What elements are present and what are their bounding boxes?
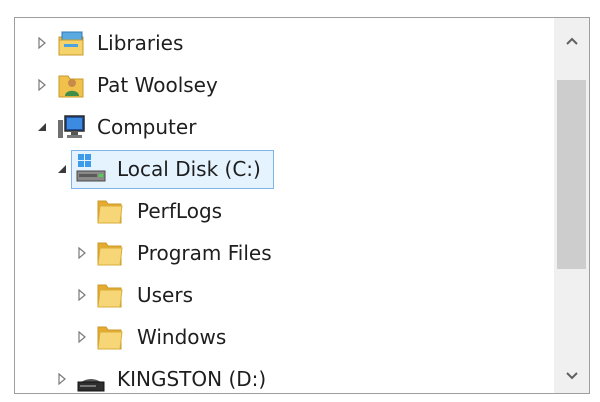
tree-item-label: Computer [97,115,197,139]
local-disk-icon [75,152,106,182]
expand-arrow-icon[interactable] [75,246,89,260]
tree-item-label: PerfLogs [137,199,223,223]
tree-item-user[interactable]: Pat Woolsey [15,67,555,103]
computer-icon [56,112,86,142]
tree-item-local-disk-c[interactable]: Local Disk (C:) [15,151,555,187]
tree-item-label: Pat Woolsey [97,73,218,97]
folder-tree-view[interactable]: Libraries Pat Woolsey Computer Local Dis… [14,17,590,394]
tree-item-label: Local Disk (C:) [117,157,261,181]
folder-icon [95,322,125,352]
tree-item-label: KINGSTON (D:) [117,367,267,391]
usb-drive-icon [75,364,105,393]
tree-item-kingston-d[interactable]: KINGSTON (D:) [15,361,555,393]
vertical-scrollbar[interactable] [554,18,589,393]
tree-item-program-files[interactable]: Program Files [15,235,555,271]
chevron-up-icon [565,31,579,50]
tree-item-label: Program Files [137,241,272,265]
expand-arrow-icon[interactable] [35,78,49,92]
tree-item-users[interactable]: Users [15,277,555,313]
user-folder-icon [56,70,86,100]
folder-icon [95,280,125,310]
tree-item-perflogs[interactable]: PerfLogs [15,193,555,229]
expand-arrow-icon[interactable] [75,288,89,302]
tree-item-label: Libraries [97,31,184,55]
tree-item-computer[interactable]: Computer [15,109,555,145]
tree-item-label: Windows [137,325,227,349]
libraries-icon [56,28,86,58]
scroll-thumb[interactable] [557,80,586,269]
collapse-arrow-icon[interactable] [35,120,49,134]
chevron-down-icon [565,366,579,385]
folder-icon [95,196,125,226]
expand-arrow-icon[interactable] [35,36,49,50]
tree-item-windows[interactable]: Windows [15,319,555,355]
scroll-down-button[interactable] [554,357,589,393]
folder-icon [95,238,125,268]
tree-item-libraries[interactable]: Libraries [15,25,555,61]
expand-arrow-icon[interactable] [75,330,89,344]
tree-item-label: Users [137,283,194,307]
collapse-arrow-icon[interactable] [55,162,69,176]
expand-arrow-icon[interactable] [55,372,69,386]
scroll-up-button[interactable] [554,22,589,58]
